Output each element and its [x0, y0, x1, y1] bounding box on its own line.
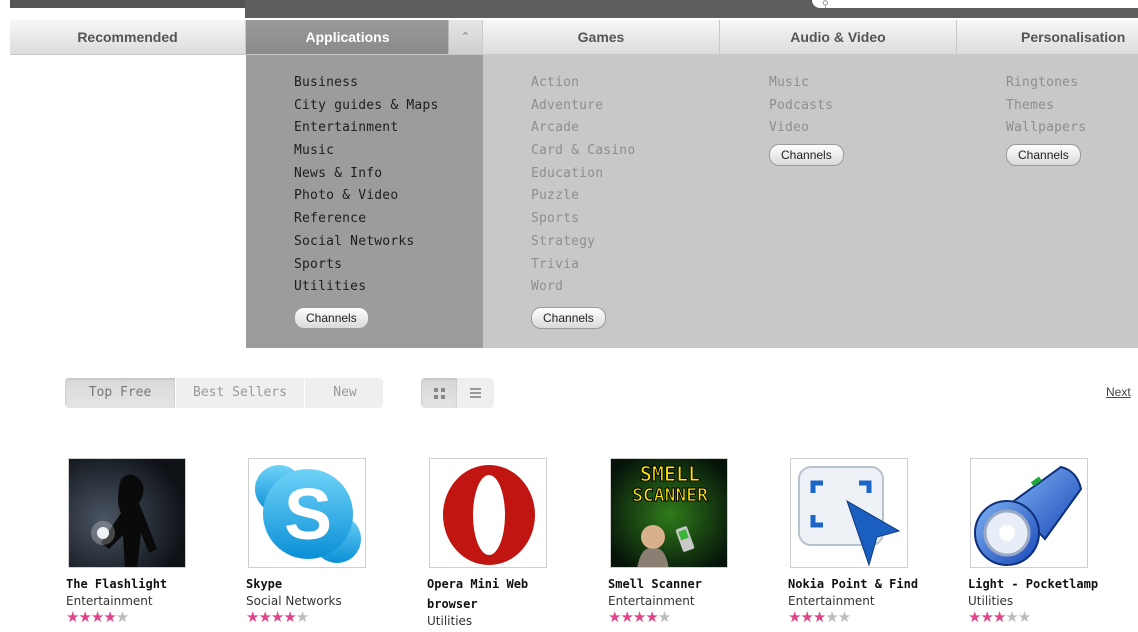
- menu-item[interactable]: Card & Casino: [531, 140, 720, 163]
- tab-personalisation[interactable]: Personalisation: [957, 20, 1138, 54]
- menu-item[interactable]: Business: [294, 72, 483, 95]
- star-icon: ★★★★: [246, 608, 297, 626]
- star-empty-icon: ★: [115, 608, 129, 626]
- menu-item[interactable]: News & Info: [294, 163, 483, 186]
- tab-applications-label: Applications: [305, 29, 390, 45]
- menu-item[interactable]: Photo & Video: [294, 185, 483, 208]
- app-card: The Flashlight Entertainment ★★★★★: [66, 458, 241, 626]
- svg-text:S: S: [284, 475, 332, 555]
- app-name[interactable]: Opera Mini Web: [427, 574, 602, 594]
- app-card: Nokia Point & Find Entertainment ★★★★★: [788, 458, 963, 626]
- app-category: Entertainment: [788, 594, 875, 608]
- channels-button[interactable]: Channels: [1006, 144, 1081, 167]
- menu-item[interactable]: Arcade: [531, 117, 720, 140]
- app-icon[interactable]: S: [248, 458, 366, 568]
- channels-button[interactable]: Channels: [769, 144, 844, 167]
- app-card: S Skype Social Networks ★★★★★: [246, 458, 421, 626]
- star-icon: ★★★: [788, 608, 826, 626]
- star-icon: ★★★★: [608, 608, 659, 626]
- menu-item[interactable]: Entertainment: [294, 117, 483, 140]
- app-icon[interactable]: [970, 458, 1088, 568]
- applications-column: Business City guides & Maps Entertainmen…: [246, 55, 483, 348]
- search-box[interactable]: [812, 0, 1138, 8]
- top-bar: ⚲: [0, 0, 1138, 18]
- logo-text: SMELL: [640, 462, 700, 486]
- app-icon[interactable]: [68, 458, 186, 568]
- filter-top-free[interactable]: Top Free: [65, 378, 176, 408]
- menu-item[interactable]: Sports: [531, 208, 720, 231]
- app-name[interactable]: Skype: [246, 574, 421, 594]
- tab-recommended[interactable]: Recommended: [10, 20, 246, 54]
- tab-audio-video[interactable]: Audio & Video: [720, 20, 957, 54]
- app-card: Light - Pocketlamp Utilities ★★★★★: [968, 458, 1138, 626]
- app-name[interactable]: The Flashlight: [66, 574, 241, 594]
- star-empty-icon: ★★: [825, 608, 851, 626]
- games-column: Action Adventure Arcade Card & Casino Ed…: [483, 55, 720, 348]
- app-icon[interactable]: SMELL SCANNER: [610, 458, 728, 568]
- star-rating: ★★★★★: [66, 608, 241, 626]
- app-icon[interactable]: [790, 458, 908, 568]
- star-empty-icon: ★: [295, 608, 309, 626]
- app-name-line-2[interactable]: browser: [427, 594, 602, 614]
- list-icon: [469, 386, 481, 400]
- star-icon: ★★★★: [66, 608, 117, 626]
- menu-item[interactable]: Wallpapers: [1006, 117, 1138, 140]
- menu-item[interactable]: Adventure: [531, 95, 720, 118]
- grid-view-button[interactable]: [421, 378, 457, 408]
- menu-item[interactable]: Action: [531, 72, 720, 95]
- list-view-button[interactable]: [457, 378, 493, 408]
- star-rating: ★★★★★: [788, 608, 963, 626]
- next-link[interactable]: Next: [1106, 385, 1131, 399]
- channels-button[interactable]: Channels: [531, 306, 606, 329]
- category-tabs: Recommended Applications ⌃ Games Audio &…: [10, 20, 1138, 55]
- app-card: Opera Mini Web browser Utilities: [427, 458, 602, 628]
- star-rating: ★★★★★: [608, 608, 783, 626]
- filter-best-sellers[interactable]: Best Sellers: [176, 378, 305, 408]
- app-name[interactable]: Light - Pocketlamp: [968, 574, 1138, 594]
- logo-text: SCANNER: [632, 485, 708, 506]
- app-category: Entertainment: [608, 594, 695, 608]
- menu-item[interactable]: Strategy: [531, 231, 720, 254]
- chevron-up-icon[interactable]: ⌃: [448, 20, 482, 54]
- search-icon[interactable]: ⚲: [822, 0, 829, 10]
- tab-games[interactable]: Games: [483, 20, 720, 54]
- category-dropdown: Business City guides & Maps Entertainmen…: [246, 55, 1138, 348]
- filter-new[interactable]: New: [305, 378, 383, 408]
- menu-item[interactable]: Trivia: [531, 254, 720, 277]
- star-icon: ★★★: [968, 608, 1006, 626]
- menu-item[interactable]: Sports: [294, 254, 483, 277]
- app-name[interactable]: Smell Scanner: [608, 574, 783, 594]
- app-name[interactable]: Nokia Point & Find: [788, 574, 963, 594]
- app-category: Entertainment: [66, 594, 153, 608]
- menu-item[interactable]: Utilities: [294, 276, 483, 299]
- app-icon[interactable]: [429, 458, 547, 568]
- menu-item[interactable]: Education: [531, 163, 720, 186]
- app-card: SMELL SCANNER Smell Scanner Entertainmen…: [608, 458, 783, 626]
- personalisation-column: Ringtones Themes Wallpapers Channels: [957, 55, 1138, 348]
- star-empty-icon: ★: [657, 608, 671, 626]
- star-rating: ★★★★★: [246, 608, 421, 626]
- menu-item[interactable]: Themes: [1006, 95, 1138, 118]
- tab-applications[interactable]: Applications ⌃: [246, 20, 483, 54]
- audio-video-column: Music Podcasts Video Channels: [720, 55, 957, 348]
- menu-item[interactable]: Ringtones: [1006, 72, 1138, 95]
- menu-item[interactable]: Music: [769, 72, 957, 95]
- star-empty-icon: ★★: [1005, 608, 1031, 626]
- menu-item[interactable]: Music: [294, 140, 483, 163]
- menu-item[interactable]: Puzzle: [531, 185, 720, 208]
- channels-button[interactable]: Channels: [294, 306, 369, 329]
- menu-item[interactable]: City guides & Maps: [294, 95, 483, 118]
- view-toggle: [421, 378, 494, 408]
- menu-item[interactable]: Word: [531, 276, 720, 299]
- menu-item[interactable]: Social Networks: [294, 231, 483, 254]
- menu-item[interactable]: Reference: [294, 208, 483, 231]
- grid-icon: [433, 387, 445, 399]
- menu-item[interactable]: Podcasts: [769, 95, 957, 118]
- app-category: Utilities: [968, 594, 1014, 608]
- menu-item[interactable]: Video: [769, 117, 957, 140]
- list-filter: Top Free Best Sellers New: [65, 378, 383, 408]
- app-category: Utilities: [427, 614, 473, 628]
- app-category: Social Networks: [246, 594, 342, 608]
- star-rating: ★★★★★: [968, 608, 1138, 626]
